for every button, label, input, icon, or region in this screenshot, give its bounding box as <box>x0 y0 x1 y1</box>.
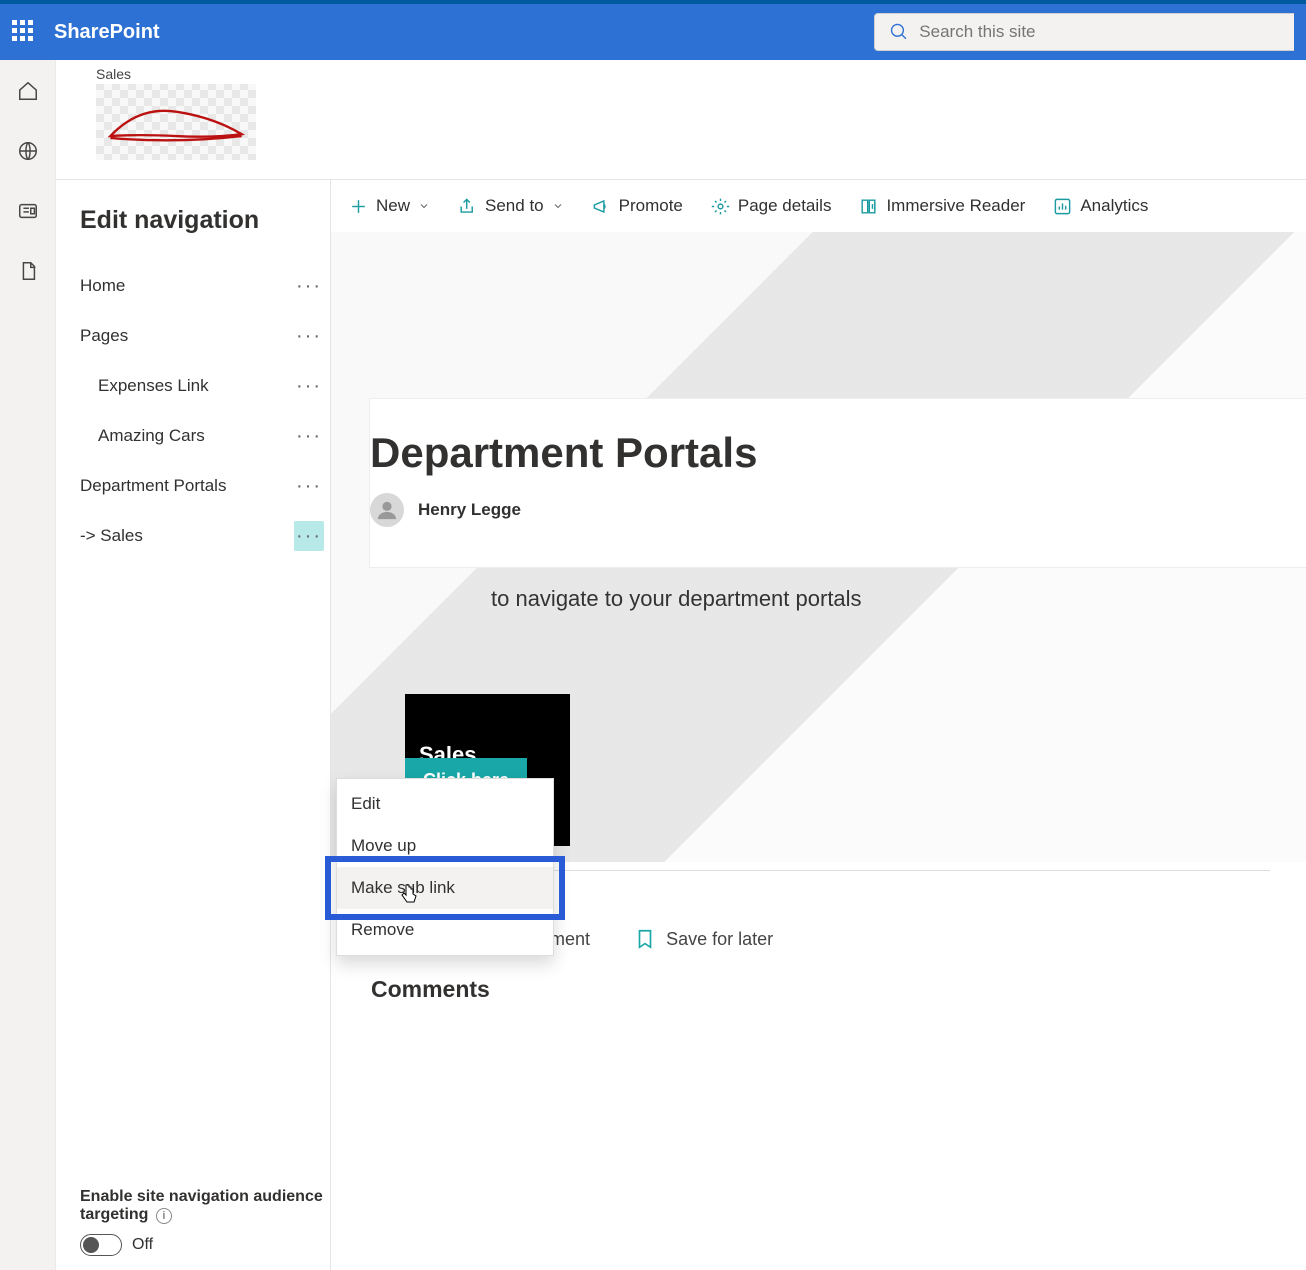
nav-item-more-icon[interactable]: ··· <box>294 371 324 401</box>
news-icon[interactable] <box>17 200 39 222</box>
site-logo[interactable] <box>96 84 256 160</box>
page-subtitle: to navigate to your department portals <box>491 586 862 612</box>
command-bar: New Send to Promote Page details <box>331 180 1306 232</box>
nav-item-label: Pages <box>80 326 128 346</box>
toggle-state-label: Off <box>132 1236 153 1254</box>
nav-item-more-icon[interactable]: ··· <box>294 321 324 351</box>
nav-item-label: Amazing Cars <box>98 426 205 446</box>
nav-item[interactable]: -> Sales ··· <box>80 511 330 561</box>
info-icon[interactable]: i <box>156 1208 172 1224</box>
page-title: Department Portals <box>370 429 1270 477</box>
nav-item-label: Department Portals <box>80 476 226 496</box>
comments-heading: Comments <box>331 950 1306 1003</box>
nav-item-label: Expenses Link <box>98 376 209 396</box>
hero-section: Department Portals Henry Legge to naviga… <box>331 232 1306 862</box>
save-for-later-button[interactable]: Save for later <box>634 928 773 950</box>
edit-nav-title: Edit navigation <box>80 206 330 235</box>
nav-item[interactable]: Department Portals ··· <box>80 461 330 511</box>
analytics-icon <box>1053 197 1072 216</box>
nav-item-more-icon[interactable]: ··· <box>294 521 324 551</box>
suite-header: SharePoint <box>0 4 1306 60</box>
site-header: Sales <box>56 60 1306 180</box>
search-input[interactable] <box>919 22 1280 42</box>
reader-icon <box>859 197 878 216</box>
nav-item-more-icon[interactable]: ··· <box>294 421 324 451</box>
plus-icon <box>349 197 368 216</box>
files-icon[interactable] <box>17 260 39 282</box>
author-avatar[interactable] <box>370 493 404 527</box>
audience-targeting-toggle[interactable] <box>80 1234 122 1256</box>
analytics-button[interactable]: Analytics <box>1053 196 1148 216</box>
nav-item-context-menu: EditMove upMake sub linkRemove <box>336 778 554 956</box>
page-canvas: New Send to Promote Page details <box>331 180 1306 1270</box>
app-launcher-icon[interactable] <box>12 20 36 44</box>
context-menu-item[interactable]: Remove <box>337 909 553 951</box>
nav-item[interactable]: Home ··· <box>80 261 330 311</box>
home-icon[interactable] <box>17 80 39 102</box>
site-name[interactable]: Sales <box>96 66 256 82</box>
search-box[interactable] <box>874 13 1294 51</box>
edit-navigation-panel: Edit navigation Home···Pages···Expenses … <box>56 180 331 1270</box>
new-button[interactable]: New <box>349 196 430 216</box>
megaphone-icon <box>592 197 611 216</box>
nav-item[interactable]: Amazing Cars ··· <box>80 411 330 461</box>
nav-item-label: -> Sales <box>80 526 143 546</box>
bookmark-icon <box>634 928 656 950</box>
promote-button[interactable]: Promote <box>592 196 683 216</box>
nav-item-label: Home <box>80 276 125 296</box>
page-details-button[interactable]: Page details <box>711 196 832 216</box>
chevron-down-icon <box>418 200 430 212</box>
nav-item-more-icon[interactable]: ··· <box>294 471 324 501</box>
context-menu-item[interactable]: Move up <box>337 825 553 867</box>
send-to-button[interactable]: Send to <box>458 196 564 216</box>
nav-item[interactable]: Pages ··· <box>80 311 330 361</box>
author-name[interactable]: Henry Legge <box>418 500 521 520</box>
context-menu-item[interactable]: Edit <box>337 783 553 825</box>
nav-item[interactable]: Expenses Link ··· <box>80 361 330 411</box>
share-icon <box>458 197 477 216</box>
left-rail <box>0 60 56 1270</box>
chevron-down-icon <box>552 200 564 212</box>
search-icon <box>889 21 909 43</box>
context-menu-item[interactable]: Make sub link <box>337 867 553 909</box>
nav-item-more-icon[interactable]: ··· <box>294 271 324 301</box>
immersive-reader-button[interactable]: Immersive Reader <box>859 196 1025 216</box>
audience-targeting-label: Enable site navigation audience targetin… <box>80 1188 330 1224</box>
title-area: Department Portals Henry Legge <box>369 398 1306 568</box>
globe-icon[interactable] <box>17 140 39 162</box>
gear-icon <box>711 197 730 216</box>
brand-label[interactable]: SharePoint <box>54 21 160 44</box>
